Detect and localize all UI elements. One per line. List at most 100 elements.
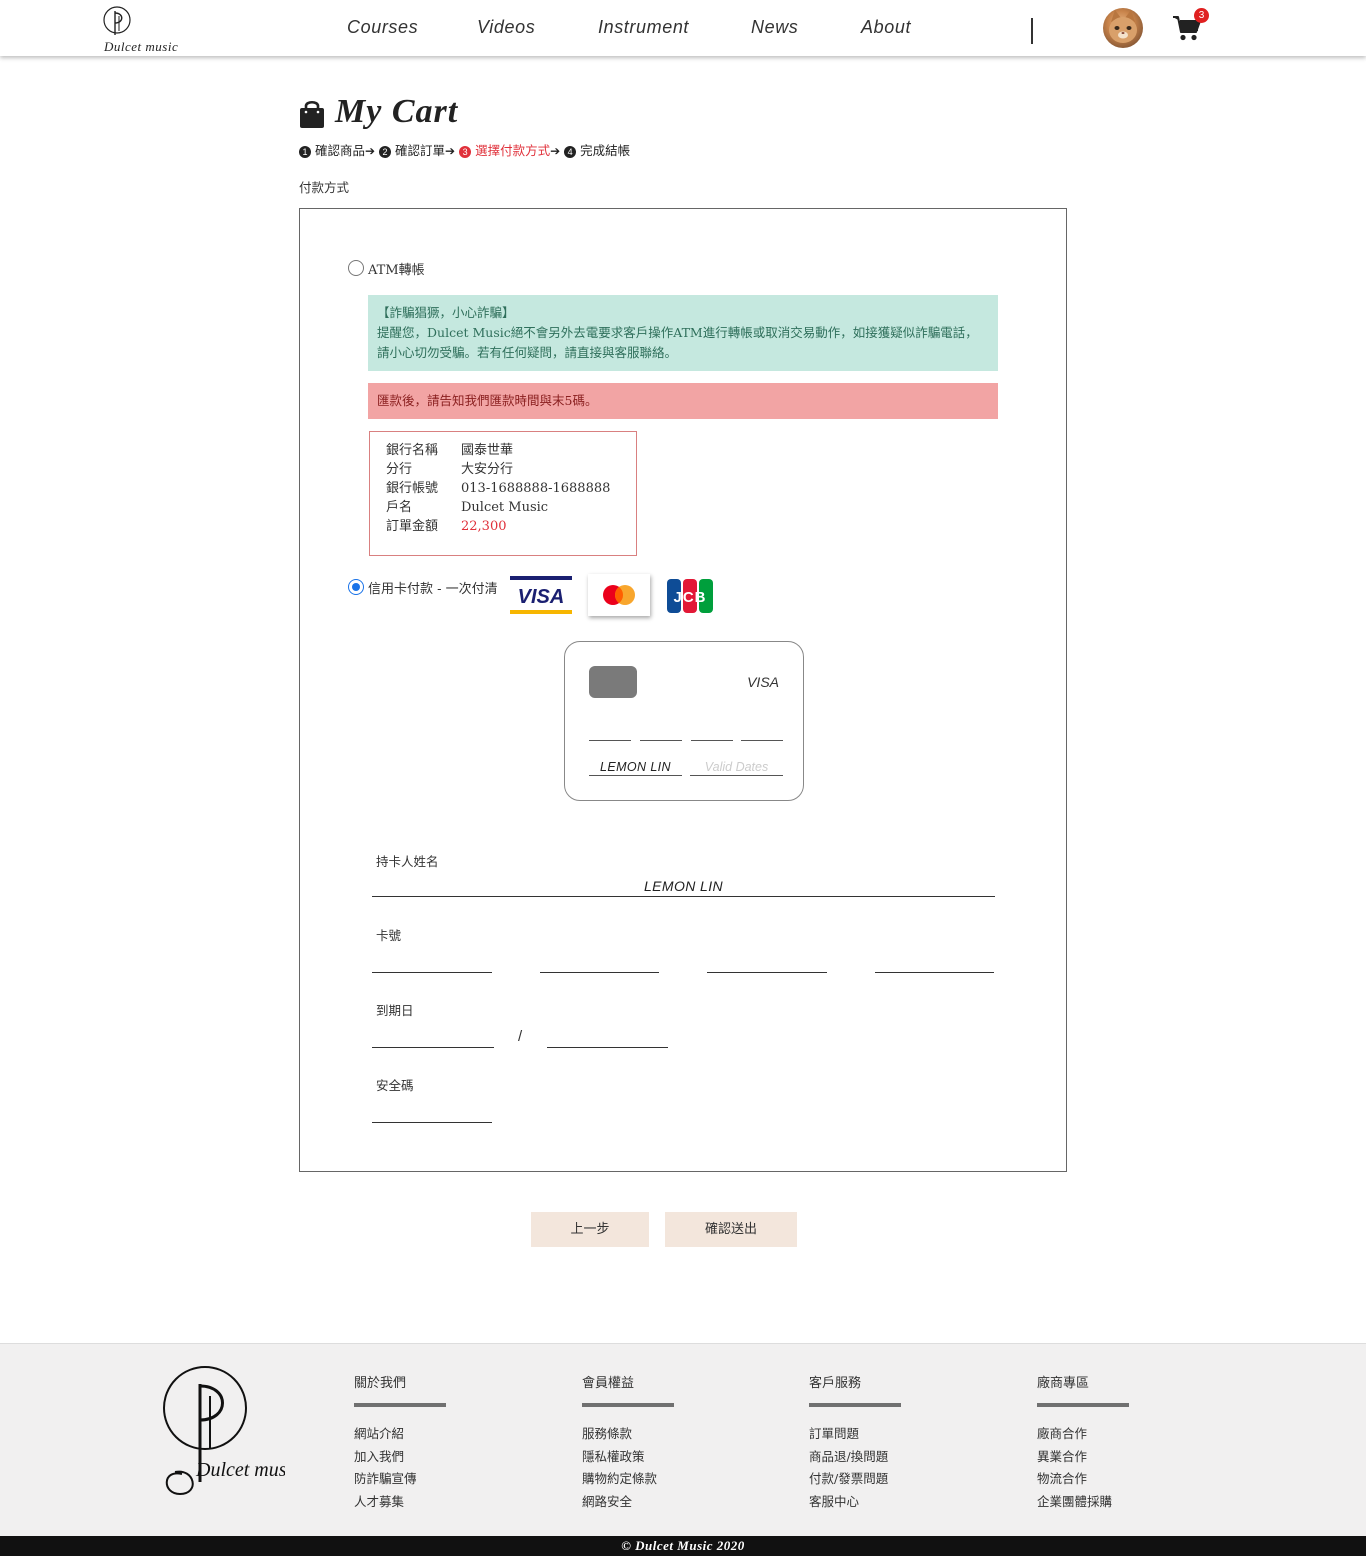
transfer-reminder-notice: 匯款後，請告知我們匯款時間與末5碼。 xyxy=(368,383,998,419)
footer-link[interactable]: 購物約定條款 xyxy=(582,1468,674,1491)
card-holder-input[interactable] xyxy=(372,875,995,897)
credit-card-preview: VISA LEMON LIN Valid Dates xyxy=(564,641,804,801)
atm-radio[interactable] xyxy=(348,260,364,276)
nav-videos[interactable]: Videos xyxy=(477,17,535,38)
footer-link[interactable]: 網路安全 xyxy=(582,1491,674,1514)
bank-row: 訂單金額 22,300 xyxy=(386,517,620,536)
card-holder-name: LEMON LIN xyxy=(589,760,682,776)
footer-col-heading: 客戶服務 xyxy=(809,1376,862,1391)
bank-field-value: 國泰世華 xyxy=(461,443,514,458)
footer-link[interactable]: 商品退/換問題 xyxy=(809,1446,901,1469)
credit-card-radio[interactable] xyxy=(348,579,364,595)
footer-divider xyxy=(1037,1403,1129,1407)
confirm-submit-button[interactable]: 確認送出 xyxy=(665,1212,797,1247)
bank-field-label: 銀行名稱 xyxy=(386,443,439,458)
card-number-input-3[interactable] xyxy=(707,972,827,973)
cat-avatar-icon xyxy=(1109,10,1137,43)
footer-link[interactable]: 付款/發票問題 xyxy=(809,1468,901,1491)
credit-card-label[interactable]: 信用卡付款 - 一次付清 xyxy=(368,578,498,597)
atm-label[interactable]: ATM轉帳 xyxy=(368,259,425,278)
step-label: 確認商品 xyxy=(314,143,365,158)
bank-row: 戶名 Dulcet Music xyxy=(386,498,620,517)
copyright-bar: © Dulcet Music 2020 xyxy=(0,1536,1366,1556)
cvv-input[interactable] xyxy=(372,1122,492,1123)
card-number-label: 卡號 xyxy=(376,928,402,943)
user-avatar[interactable] xyxy=(1103,8,1143,48)
footer-link[interactable]: 物流合作 xyxy=(1037,1468,1129,1491)
nav-about[interactable]: About xyxy=(861,17,911,38)
step-number: 1 xyxy=(299,146,311,158)
footer-divider xyxy=(354,1403,446,1407)
card-valid-dates: Valid Dates xyxy=(690,760,783,776)
step-confirm-order: 2 確認訂單 xyxy=(379,143,445,158)
bank-field-label: 銀行帳號 xyxy=(386,481,439,496)
card-number-input-4[interactable] xyxy=(875,972,994,973)
footer-link[interactable]: 網站介紹 xyxy=(354,1423,446,1446)
footer-link[interactable]: 異業合作 xyxy=(1037,1446,1129,1469)
visa-logo-icon: VISA xyxy=(510,576,572,614)
step-label: 確認訂單 xyxy=(395,143,446,158)
logo-text: Dulcet music xyxy=(104,39,179,54)
card-number-input-2[interactable] xyxy=(540,972,659,973)
previous-step-button[interactable]: 上一步 xyxy=(531,1212,649,1247)
arrow-icon: ➔ xyxy=(365,144,376,158)
step-number: 2 xyxy=(379,146,392,158)
fraud-warning-line: 提醒您，Dulcet Music絕不會另外去電要求客戶操作ATM進行轉帳或取消交… xyxy=(377,325,978,340)
nav-instrument[interactable]: Instrument xyxy=(598,17,689,38)
payment-panel: ATM轉帳 【詐騙猖獗，小心詐騙】 提醒您，Dulcet Music絕不會另外去… xyxy=(299,208,1067,1172)
card-number-segment xyxy=(640,740,682,741)
expiry-separator: / xyxy=(518,1028,523,1045)
site-header: Dulcet music Courses Videos Instrument N… xyxy=(0,0,1366,56)
bank-row: 銀行名稱 國泰世華 xyxy=(386,441,620,460)
jcb-logo-text: JCB xyxy=(673,589,706,606)
footer-col-heading: 廠商專區 xyxy=(1037,1376,1090,1391)
expiry-label: 到期日 xyxy=(376,1003,414,1018)
nav-news[interactable]: News xyxy=(751,17,798,38)
footer-col-member: 會員權益 服務條款 隱私權政策 購物約定條款 網路安全 xyxy=(582,1372,674,1513)
footer-link[interactable]: 企業團體採購 xyxy=(1037,1491,1129,1514)
site-footer: Dulcet music 關於我們 網站介紹 加入我們 防詐騙宣傳 人才募集 會… xyxy=(0,1343,1366,1536)
footer-link[interactable]: 訂單問題 xyxy=(809,1423,901,1446)
footer-col-vendor: 廠商專區 廠商合作 異業合作 物流合作 企業團體採購 xyxy=(1037,1372,1129,1513)
fraud-warning-line: 請小心切勿受騙。若有任何疑問，請直接與客服聯絡。 xyxy=(377,345,678,360)
fraud-warning-notice: 【詐騙猖獗，小心詐騙】 提醒您，Dulcet Music絕不會另外去電要求客戶操… xyxy=(368,295,998,371)
footer-link[interactable]: 客服中心 xyxy=(809,1491,901,1514)
site-logo[interactable]: Dulcet music xyxy=(100,5,190,54)
card-chip-icon xyxy=(589,666,637,698)
step-number: 3 xyxy=(459,146,472,158)
step-label: 選擇付款方式 xyxy=(475,143,551,158)
card-number-segment xyxy=(589,740,631,741)
shopping-bag-icon xyxy=(300,100,324,128)
bank-row: 銀行帳號 013-1688888-1688888 xyxy=(386,479,620,498)
jcb-logo-icon: JCB xyxy=(667,579,713,613)
card-number-segment xyxy=(691,740,733,741)
expiry-month-input[interactable] xyxy=(372,1047,494,1048)
mastercard-logo-icon xyxy=(588,574,650,616)
bank-field-label: 訂單金額 xyxy=(386,519,439,534)
footer-divider xyxy=(809,1403,901,1407)
arrow-icon: ➔ xyxy=(550,144,561,158)
footer-logo-text: Dulcet music xyxy=(195,1459,285,1481)
footer-link[interactable]: 廠商合作 xyxy=(1037,1423,1129,1446)
nav-courses[interactable]: Courses xyxy=(347,17,418,38)
footer-col-heading: 關於我們 xyxy=(354,1376,407,1391)
cvv-label: 安全碼 xyxy=(376,1078,414,1093)
card-brand: VISA xyxy=(747,674,779,690)
bank-field-value: 013-1688888-1688888 xyxy=(461,481,611,496)
step-number: 4 xyxy=(564,146,577,158)
footer-col-service: 客戶服務 訂單問題 商品退/換問題 付款/發票問題 客服中心 xyxy=(809,1372,901,1513)
bank-field-value: Dulcet Music xyxy=(461,500,549,515)
footer-link[interactable]: 人才募集 xyxy=(354,1491,446,1514)
footer-music-logo-icon: Dulcet music xyxy=(163,1366,285,1496)
nav-divider xyxy=(1031,18,1033,44)
checkout-steps: 1 確認商品➔ 2 確認訂單➔ 3 選擇付款方式➔ 4 完成結帳 xyxy=(299,140,630,159)
footer-divider xyxy=(582,1403,674,1407)
cart-count-badge: 3 xyxy=(1194,8,1209,23)
footer-link[interactable]: 防詐騙宣傳 xyxy=(354,1468,446,1491)
expiry-year-input[interactable] xyxy=(547,1047,668,1048)
footer-link[interactable]: 隱私權政策 xyxy=(582,1446,674,1469)
footer-link[interactable]: 服務條款 xyxy=(582,1423,674,1446)
card-number-input-1[interactable] xyxy=(372,972,492,973)
footer-col-about: 關於我們 網站介紹 加入我們 防詐騙宣傳 人才募集 xyxy=(354,1372,446,1513)
footer-link[interactable]: 加入我們 xyxy=(354,1446,446,1469)
